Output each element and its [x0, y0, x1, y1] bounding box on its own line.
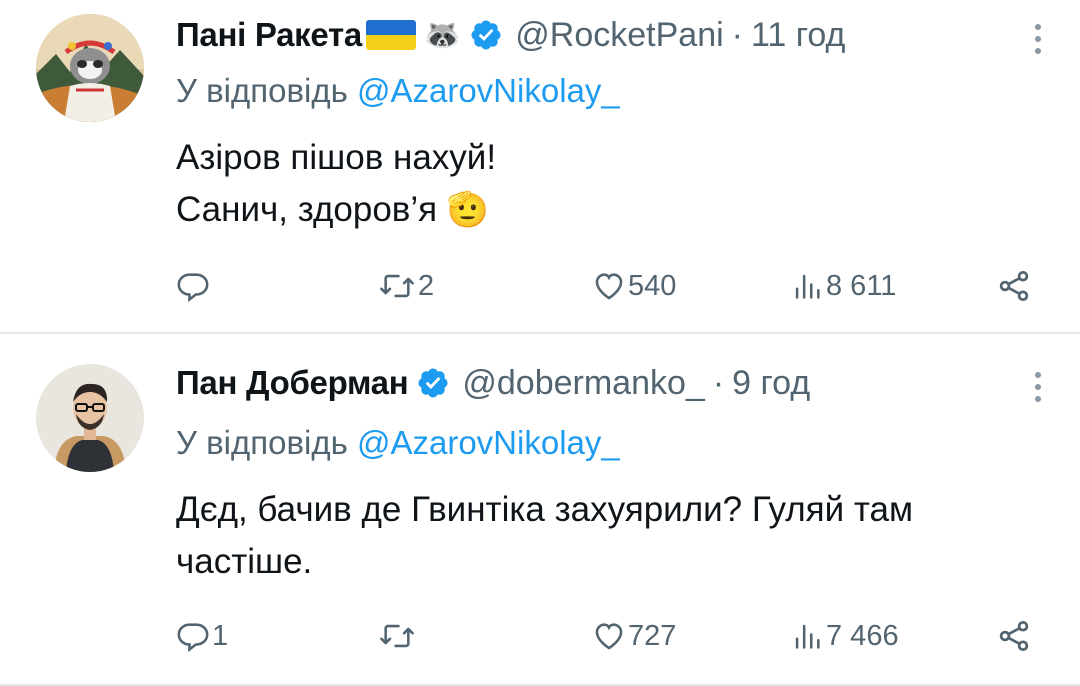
- timestamp[interactable]: 11 год: [751, 16, 845, 55]
- views-icon: [795, 274, 820, 299]
- reply-icon: [177, 273, 209, 303]
- tweet-text-line: Санич, здоров’я 🫡: [176, 184, 1056, 236]
- views-button[interactable]: 7 466: [790, 616, 899, 656]
- share-button[interactable]: [996, 266, 1032, 306]
- salute-emoji: 🫡: [446, 191, 490, 229]
- tweet-dobermanko[interactable]: Пан Доберман @dobermanko_ · 9 год У відп…: [0, 334, 1080, 684]
- reply-context: У відповідь @AzarovNikolay_: [176, 72, 620, 110]
- author-handle[interactable]: @dobermanko_: [462, 364, 704, 403]
- retweet-count: 2: [418, 269, 435, 302]
- like-icon: [595, 623, 623, 650]
- reply-count: 1: [212, 619, 229, 652]
- more-options-icon[interactable]: [1034, 24, 1042, 54]
- tweet-text-line: частіше.: [176, 542, 313, 581]
- verified-badge-icon: [418, 368, 448, 398]
- reply-mention[interactable]: @AzarovNikolay_: [357, 424, 620, 461]
- views-icon: [795, 624, 820, 649]
- author-handle[interactable]: @RocketPani: [515, 16, 723, 55]
- retweet-button[interactable]: [378, 616, 418, 656]
- tweet-text-part: Санич, здоров’я: [176, 190, 438, 229]
- reply-button[interactable]: 1: [176, 616, 228, 656]
- reply-button[interactable]: [176, 266, 212, 306]
- avatar[interactable]: [36, 364, 144, 472]
- reply-prefix: У відповідь: [176, 72, 348, 109]
- avatar[interactable]: [36, 14, 144, 122]
- tweet-text: Дєд, бачив де Гвинтіка захуярили? Гуляй …: [176, 484, 1056, 588]
- like-icon: [595, 273, 623, 300]
- action-bar: 1 727 7 466: [0, 616, 1080, 656]
- action-bar: 2 540 8 611: [0, 266, 1080, 306]
- views-count: 8 611: [826, 269, 897, 302]
- reply-mention[interactable]: @AzarovNikolay_: [357, 72, 620, 109]
- retweet-icon: [380, 274, 414, 298]
- reply-icon: [177, 623, 209, 653]
- raccoon-emoji: 🦝: [423, 18, 462, 52]
- separator: ·: [731, 15, 743, 54]
- retweet-button[interactable]: 2: [378, 266, 434, 306]
- views-count: 7 466: [826, 619, 899, 652]
- like-button[interactable]: 727: [592, 616, 676, 656]
- author-name[interactable]: Пані Ракета: [176, 16, 362, 54]
- verified-badge-icon: [471, 20, 501, 50]
- retweet-icon: [380, 624, 414, 648]
- tweet-text-line: Дєд, бачив де Гвинтіка захуярили? Гуляй …: [176, 490, 914, 529]
- like-button[interactable]: 540: [592, 266, 676, 306]
- views-button[interactable]: 8 611: [790, 266, 896, 306]
- author-name[interactable]: Пан Доберман: [176, 364, 409, 402]
- share-button[interactable]: [996, 616, 1032, 656]
- separator: ·: [712, 363, 725, 402]
- tweet-text-line: Азіров пішов нахуй!: [176, 138, 497, 177]
- reply-prefix: У відповідь: [176, 424, 348, 461]
- like-count: 540: [628, 269, 677, 302]
- share-icon: [999, 621, 1029, 651]
- more-options-icon[interactable]: [1034, 372, 1042, 402]
- tweet-rocketpani[interactable]: Пані Ракета 🦝 @RocketPani · 11 год У від…: [0, 0, 1080, 333]
- like-count: 727: [628, 619, 677, 652]
- reply-context: У відповідь @AzarovNikolay_: [176, 424, 620, 462]
- timestamp[interactable]: 9 год: [732, 364, 810, 403]
- tweet-text: Азіров пішов нахуй! Санич, здоров’я 🫡: [176, 132, 1056, 236]
- share-icon: [999, 271, 1029, 301]
- ukraine-flag-icon: [365, 20, 416, 50]
